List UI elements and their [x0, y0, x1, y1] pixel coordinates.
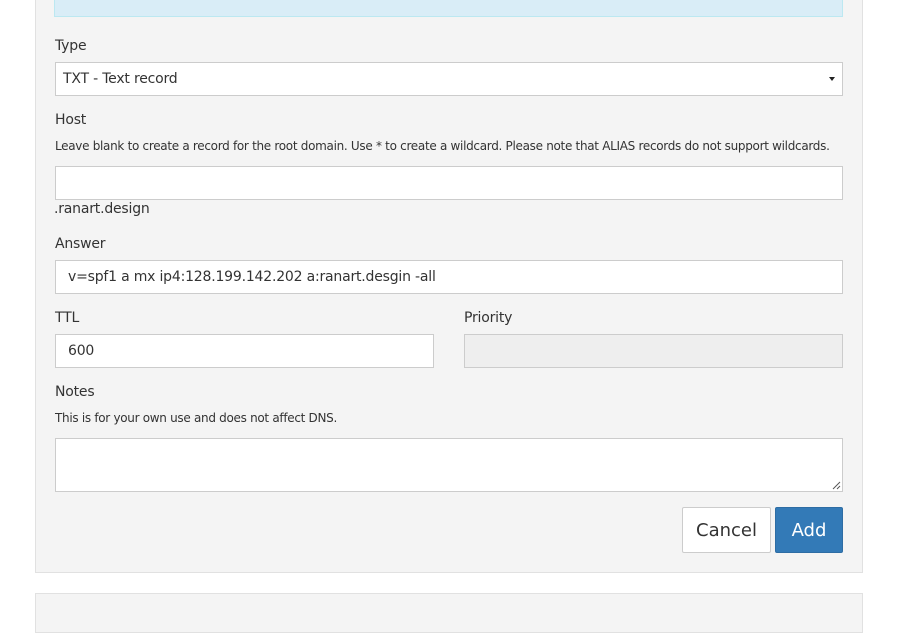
type-select[interactable]: TXT - Text record	[55, 62, 843, 96]
answer-label: Answer	[55, 236, 106, 252]
ttl-label: TTL	[55, 310, 80, 326]
chevron-down-icon	[829, 77, 835, 81]
notes-help-text: This is for your own use and does not af…	[55, 411, 337, 425]
host-input[interactable]	[55, 166, 843, 200]
answer-input[interactable]: v=spf1 a mx ip4:128.199.142.202 a:ranart…	[55, 260, 843, 294]
notes-textarea[interactable]	[55, 438, 843, 492]
host-domain-suffix: .ranart.design	[54, 201, 150, 217]
cancel-button[interactable]: Cancel	[682, 507, 771, 553]
info-alert	[54, 0, 843, 17]
ttl-input[interactable]: 600	[55, 334, 434, 368]
answer-input-value: v=spf1 a mx ip4:128.199.142.202 a:ranart…	[68, 269, 436, 285]
type-label: Type	[55, 38, 87, 54]
add-button[interactable]: Add	[775, 507, 843, 553]
host-help-text: Leave blank to create a record for the r…	[55, 139, 830, 153]
host-label: Host	[55, 112, 87, 128]
ttl-input-value: 600	[68, 343, 95, 359]
priority-label: Priority	[464, 310, 513, 326]
priority-input	[464, 334, 843, 368]
next-panel	[35, 593, 863, 633]
notes-label: Notes	[55, 384, 95, 400]
resize-grip-icon[interactable]	[832, 481, 841, 490]
type-select-value: TXT - Text record	[63, 71, 178, 87]
